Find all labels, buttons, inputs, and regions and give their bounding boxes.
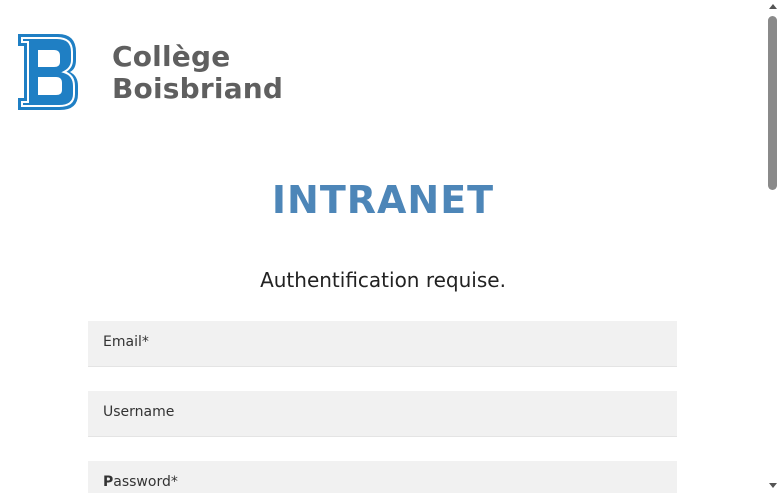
password-input[interactable] bbox=[88, 461, 681, 493]
login-page: Collège Boisbriand INTRANET Authentifica… bbox=[0, 0, 780, 493]
username-input[interactable] bbox=[88, 391, 681, 438]
auth-required-text: Authentification requise. bbox=[260, 268, 506, 292]
b-emblem-icon bbox=[18, 34, 78, 110]
password-field[interactable]: Password* bbox=[88, 461, 681, 493]
page-title: INTRANET bbox=[271, 178, 495, 222]
scroll-up-icon[interactable] bbox=[769, 4, 777, 9]
email-input[interactable] bbox=[88, 321, 681, 368]
logo-text-college: Collège bbox=[112, 40, 231, 73]
logo-text-boisbriand: Boisbriand bbox=[112, 72, 284, 105]
scroll-thumb[interactable] bbox=[768, 16, 777, 190]
college-logo[interactable]: Collège Boisbriand bbox=[16, 32, 283, 112]
scroll-down-icon[interactable] bbox=[769, 483, 777, 488]
vertical-scrollbar[interactable] bbox=[766, 0, 780, 493]
email-field[interactable]: Email* bbox=[88, 321, 681, 368]
username-field[interactable]: Username bbox=[88, 391, 681, 438]
